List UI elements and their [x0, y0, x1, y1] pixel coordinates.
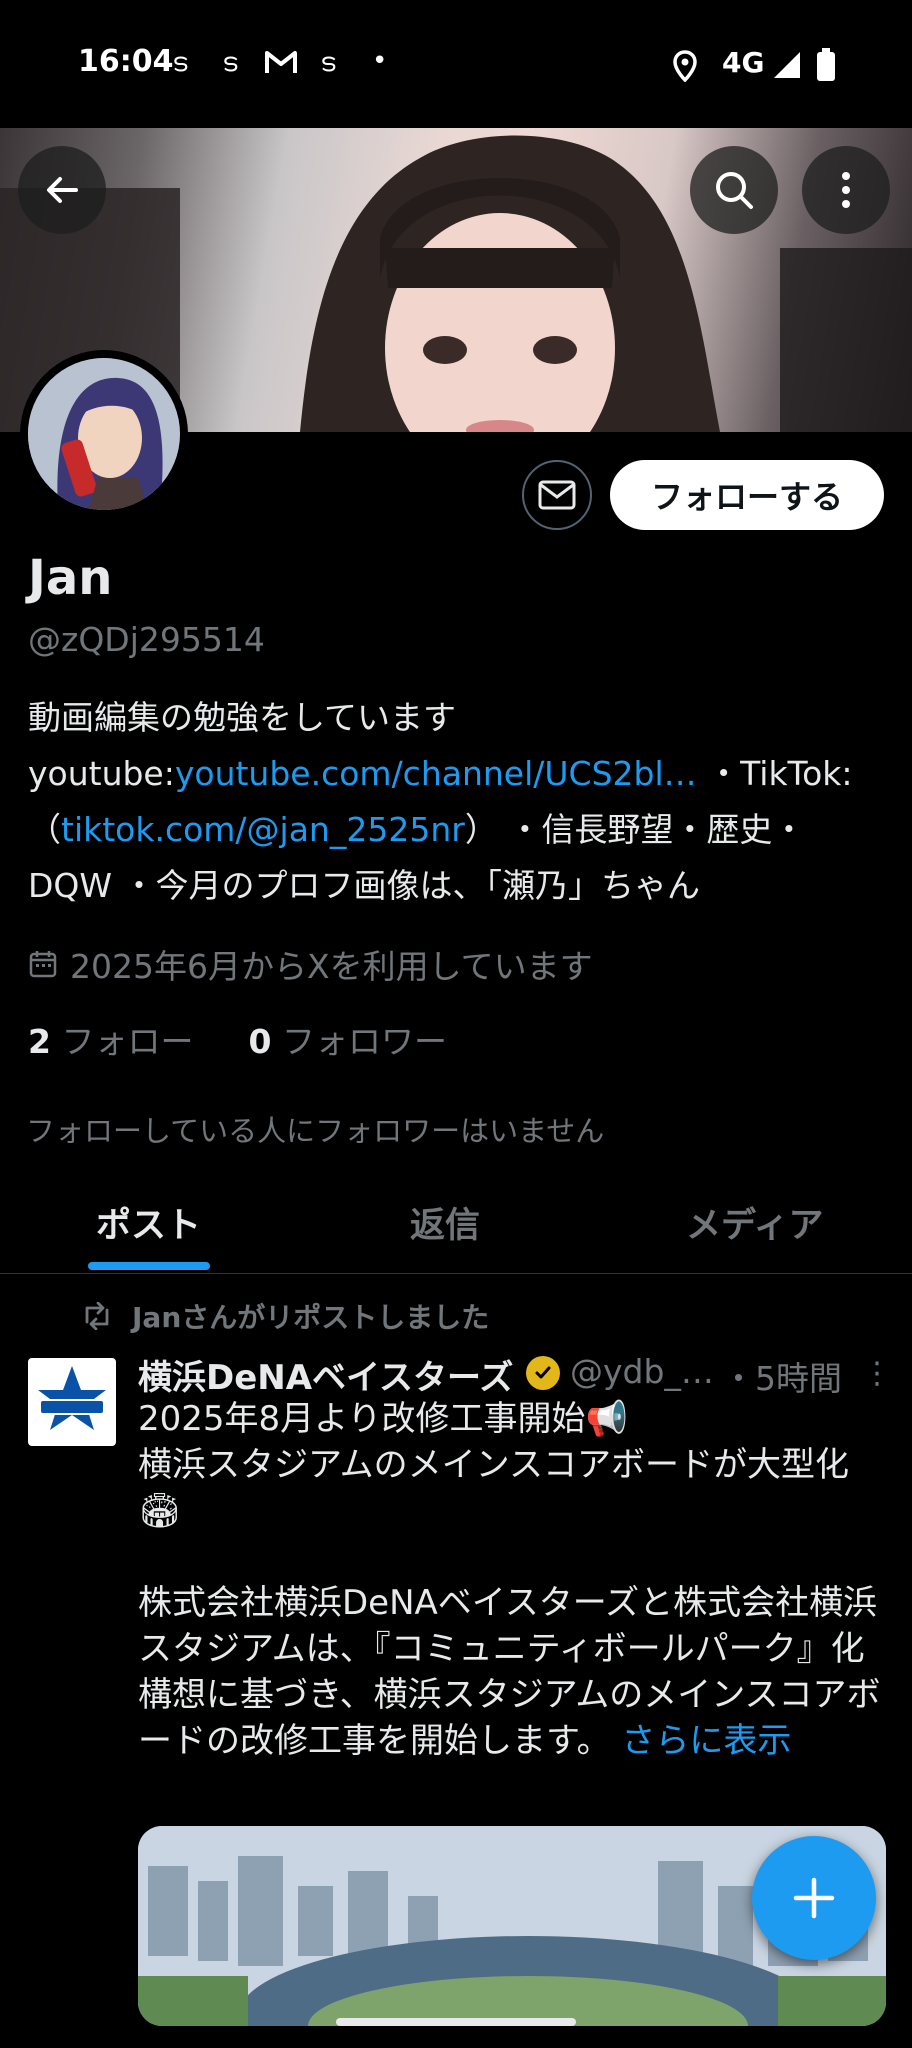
tab-media[interactable]: メディア	[686, 1197, 824, 1248]
s-notification-icon: ട	[172, 48, 188, 78]
profile-handle: @zQDj295514	[28, 620, 265, 659]
calendar-icon	[29, 951, 57, 978]
active-tab-indicator	[88, 1262, 210, 1270]
followers-label: フォロワー	[281, 1022, 447, 1061]
tab-posts[interactable]: ポスト	[96, 1197, 201, 1248]
post-text-line: 横浜スタジアムのメインスコアボードが大型化🏟	[138, 1445, 849, 1531]
followers-count: 0	[248, 1022, 272, 1061]
battery-icon	[816, 48, 836, 89]
gmail-icon	[264, 48, 298, 83]
message-button[interactable]	[522, 460, 592, 530]
back-arrow-icon	[47, 177, 78, 203]
avatar-image	[28, 358, 180, 510]
bio-tiktok-link[interactable]: tiktok.com/@jan_2525nr	[61, 810, 465, 849]
following-label: フォロー	[61, 1022, 194, 1061]
post-author-name[interactable]: 横浜DeNAベイスターズ	[138, 1350, 513, 1399]
compose-post-button[interactable]	[752, 1836, 876, 1960]
plus-icon	[793, 1877, 835, 1919]
status-bar: 16:04 ട ട ട • 4G	[0, 0, 912, 128]
verified-badge-icon	[526, 1356, 560, 1390]
post-more-icon[interactable]: ⋮	[862, 1356, 892, 1391]
followers-link[interactable]: 0 フォロワー	[248, 1022, 446, 1061]
join-date-text: 2025年6月からXを利用しています	[70, 947, 593, 986]
s-notification-icon: ട	[222, 48, 238, 78]
post-author-handle[interactable]: @ydb_…	[570, 1352, 714, 1391]
home-indicator[interactable]	[336, 2018, 576, 2026]
show-more-link[interactable]: さらに表示	[621, 1721, 791, 1761]
dot-icon: •	[372, 46, 388, 76]
network-type: 4G	[722, 46, 765, 79]
location-icon	[672, 50, 698, 89]
tab-replies[interactable]: 返信	[410, 1197, 480, 1248]
following-link[interactable]: 2 フォロー	[28, 1022, 193, 1061]
profile-name: Jan	[28, 550, 113, 606]
search-icon	[716, 172, 753, 209]
follow-counts: 2 フォロー 0 フォロワー	[28, 1015, 447, 1063]
repost-indicator[interactable]: Janさんがリポストしました	[80, 1296, 489, 1336]
post-text-line: 2025年8月より改修工事開始📢	[138, 1399, 628, 1439]
back-button[interactable]	[18, 146, 106, 234]
baystars-logo	[38, 1366, 106, 1430]
repost-label: Janさんがリポストしました	[132, 1301, 490, 1334]
post-timestamp[interactable]: ・5時間	[722, 1352, 842, 1400]
profile-bio: 動画編集の勉強をしています youtube:youtube.com/channe…	[28, 690, 888, 914]
followers-you-know-note: フォローしている人にフォロワーはいません	[26, 1114, 605, 1148]
more-options-button[interactable]	[802, 146, 890, 234]
post-body: 株式会社横浜DeNAベイスターズと株式会社横浜スタジアムは、『コミュニティボール…	[138, 1580, 888, 1764]
more-vertical-icon	[842, 172, 850, 208]
s-notification-icon: ട	[320, 48, 336, 78]
bio-youtube-link[interactable]: youtube.com/channel/UCS2bl…	[175, 754, 697, 793]
join-date: 2025年6月からXを利用しています	[28, 940, 593, 988]
repost-icon	[85, 1302, 109, 1330]
follow-button[interactable]: フォローする	[610, 460, 884, 530]
following-count: 2	[28, 1022, 51, 1061]
post-text: 2025年8月より改修工事開始📢 横浜スタジアムのメインスコアボードが大型化🏟	[138, 1396, 888, 1534]
profile-avatar[interactable]	[20, 350, 188, 518]
mail-icon	[538, 480, 576, 510]
signal-icon	[772, 50, 802, 87]
status-time: 16:04	[78, 44, 174, 79]
post-author-avatar[interactable]	[28, 1358, 116, 1446]
search-button[interactable]	[690, 146, 778, 234]
profile-tabs: ポスト 返信 メディア	[0, 1175, 912, 1274]
